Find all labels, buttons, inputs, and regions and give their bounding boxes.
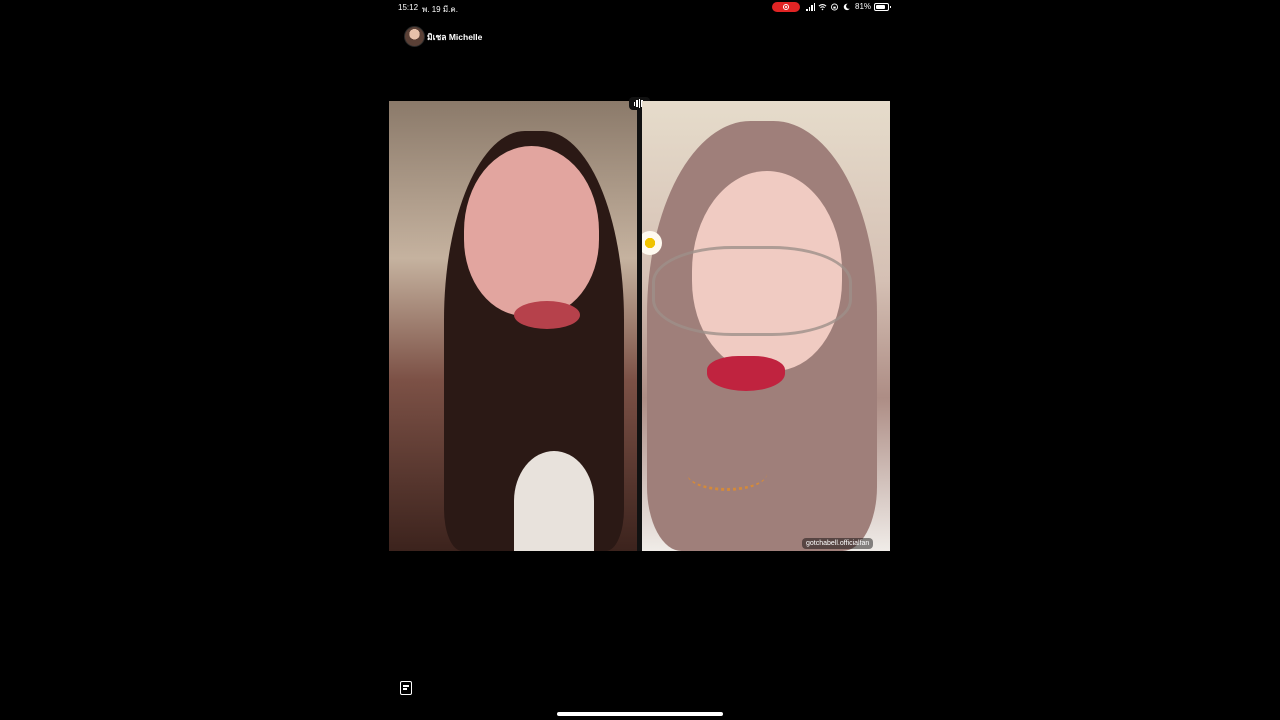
screen-recording-indicator[interactable]	[772, 2, 800, 12]
glasses	[652, 246, 852, 336]
video-panel-right[interactable]	[642, 101, 890, 551]
left-lips	[514, 301, 580, 329]
home-indicator[interactable]	[557, 712, 723, 716]
host-name[interactable]: มิเชล Michelle	[427, 30, 482, 44]
orientation-lock-icon	[831, 3, 838, 10]
battery-percentage: 81%	[855, 2, 872, 11]
right-lips	[707, 356, 785, 391]
watermark-label: gotchabell.officialfan	[802, 538, 874, 549]
notes-icon[interactable]	[400, 681, 412, 695]
left-shirt	[514, 451, 594, 551]
necklace	[687, 456, 767, 491]
cellular-signal-icon	[806, 2, 815, 11]
status-date: พ. 19 มี.ค.	[422, 5, 458, 14]
left-face	[464, 146, 599, 316]
battery-icon	[874, 2, 892, 11]
record-icon	[783, 4, 789, 10]
moon-icon	[843, 3, 850, 10]
video-panel-left[interactable]	[389, 101, 637, 551]
host-profile[interactable]: มิเชล Michelle	[404, 26, 482, 47]
status-bar: 15:12 พ. 19 มี.ค. 81%	[392, 0, 892, 14]
status-time: 15:12	[398, 3, 419, 12]
avatar[interactable]	[404, 26, 425, 47]
wifi-icon	[818, 3, 827, 10]
status-icons: 81%	[806, 2, 892, 11]
